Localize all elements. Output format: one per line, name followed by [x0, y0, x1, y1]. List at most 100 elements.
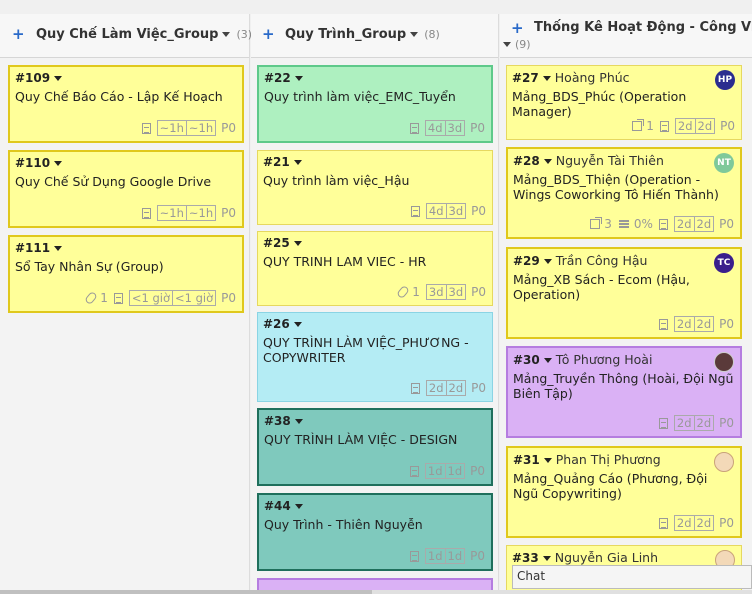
caret-down-icon[interactable] [503, 42, 511, 47]
caret-down-icon[interactable] [543, 358, 552, 363]
task-meta: 1 2d 2d P0 [632, 118, 735, 134]
task-card[interactable]: #29 Trần Công Hậu TC Mảng_XB Sách - Ecom … [506, 247, 742, 339]
caret-down-icon[interactable] [54, 161, 63, 166]
task-title[interactable]: Mảng_BDS_Thiện (Operation - Wings Cowork… [513, 172, 734, 202]
task-title[interactable]: Mảng_Quảng Cáo (Phương, Đội Ngũ Copywrit… [513, 471, 734, 501]
task-card[interactable]: #111 Sổ Tay Nhân Sự (Group) 1 <1 giờ <1 g… [8, 235, 244, 313]
task-card[interactable]: #44 Quy Trình - Thiên Nguyễn 1d 1d P0 [257, 493, 493, 571]
document-icon [409, 550, 419, 562]
task-number[interactable]: #44 [264, 499, 485, 513]
task-card[interactable]: #28 Nguyễn Tài Thiên NT Mảng_BDS_Thiện (O… [506, 147, 742, 239]
priority-label: P0 [221, 121, 236, 135]
task-title[interactable]: QUY TRÌNH LÀM VIỆC_PHƯƠNG - COPYWRITER [263, 335, 486, 365]
task-title[interactable]: Quy trình làm việc_EMC_Tuyển [264, 89, 485, 104]
task-meta: ~1h ~1h P0 [139, 120, 236, 136]
task-number[interactable]: #33 Nguyễn Gia Linh [512, 550, 735, 565]
task-meta: 2d 2d P0 [408, 380, 486, 396]
column-header: + Quy Chế Làm Việc_Group (3) [0, 14, 252, 58]
task-meta: 3 0% 2d 2d P0 [590, 216, 734, 232]
task-number[interactable]: #29 Trần Công Hậu [513, 253, 734, 268]
task-card[interactable]: #38 QUY TRÌNH LÀM VIỆC - DESIGN 1d 1d P0 [257, 408, 493, 486]
task-card[interactable]: #109 Quy Chế Báo Cáo - Lập Kế Hoạch ~1h ~… [8, 65, 244, 143]
document-icon [658, 517, 668, 529]
checklist-progress: 0% [633, 217, 653, 231]
task-meta: 4d 3d P0 [408, 203, 486, 219]
column-quy-trinh: + Quy Trình_Group (8) #22 Quy trình làm v… [251, 14, 499, 594]
avatar[interactable]: TC [714, 253, 734, 273]
priority-label: P0 [471, 285, 486, 299]
task-title[interactable]: QUY TRINH LAM VIEC - HR [263, 254, 486, 269]
subtask-icon [590, 217, 603, 229]
task-title[interactable]: Quy Chế Báo Cáo - Lập Kế Hoạch [15, 89, 236, 104]
column-title[interactable]: Quy Chế Làm Việc_Group (3) [36, 27, 252, 42]
task-number[interactable]: #110 [15, 156, 236, 170]
task-number[interactable]: #27 Hoàng Phúc [512, 70, 735, 85]
caret-down-icon[interactable] [293, 241, 302, 246]
add-card-icon[interactable]: + [511, 19, 524, 37]
column-title-overflow[interactable]: (9) [503, 37, 531, 51]
document-icon [658, 417, 668, 429]
add-card-icon[interactable]: + [12, 25, 25, 43]
task-number[interactable]: #30 Tô Phương Hoài [513, 352, 734, 367]
avatar[interactable] [714, 352, 734, 372]
column-title[interactable]: Quy Trình_Group (8) [285, 27, 440, 42]
priority-label: P0 [719, 516, 734, 530]
caret-down-icon[interactable] [54, 246, 63, 251]
chat-panel[interactable]: Chat [512, 565, 752, 589]
caret-down-icon[interactable] [543, 458, 552, 463]
task-card[interactable]: #26 QUY TRÌNH LÀM VIỆC_PHƯƠNG - COPYWRIT… [257, 312, 493, 402]
column-quy-che: + Quy Chế Làm Việc_Group (3) #109 Quy Chế… [0, 14, 252, 594]
task-title[interactable]: Sổ Tay Nhân Sự (Group) [15, 259, 236, 274]
task-number[interactable]: #111 [15, 241, 236, 255]
task-number[interactable]: #22 [264, 71, 485, 85]
avatar[interactable] [714, 452, 734, 472]
task-number[interactable]: #26 [263, 317, 486, 331]
caret-down-icon[interactable] [293, 160, 302, 165]
document-icon [141, 122, 151, 134]
task-card[interactable]: #25 QUY TRINH LAM VIEC - HR 1 3d 3d P0 [257, 231, 493, 306]
task-card[interactable]: #110 Quy Chế Sử Dụng Google Drive ~1h ~1h… [8, 150, 244, 228]
task-number[interactable]: #31 Phan Thị Phương [513, 452, 734, 467]
column-header: + Thống Kê Hoạt Động - Công Việc (9) [500, 14, 752, 58]
caret-down-icon[interactable] [542, 76, 551, 81]
task-meta: 1d 1d P0 [407, 548, 485, 564]
task-card[interactable]: #30 Tô Phương Hoài Mảng_Truyền Thông (Hoà… [506, 346, 742, 438]
caret-down-icon[interactable] [294, 504, 303, 509]
assignee-name: Tô Phương Hoài [555, 352, 653, 367]
horizontal-scrollbar[interactable] [0, 590, 752, 594]
task-title[interactable]: Quy Chế Sử Dụng Google Drive [15, 174, 236, 189]
task-title[interactable]: Mảng_XB Sách - Ecom (Hậu, Operation) [513, 272, 734, 302]
task-card[interactable]: #21 Quy trình làm việc_Hậu 4d 3d P0 [257, 150, 493, 225]
caret-down-icon[interactable] [294, 76, 303, 81]
scrollbar-thumb[interactable] [0, 590, 372, 594]
caret-down-icon[interactable] [543, 259, 552, 264]
add-card-icon[interactable]: + [262, 25, 275, 43]
column-thong-ke: + Thống Kê Hoạt Động - Công Việc (9) #27… [500, 14, 752, 594]
column-title[interactable]: Thống Kê Hoạt Động - Công Việc [534, 20, 752, 35]
caret-down-icon[interactable] [410, 32, 419, 37]
caret-down-icon[interactable] [543, 159, 552, 164]
caret-down-icon[interactable] [294, 419, 303, 424]
avatar[interactable]: HP [715, 70, 735, 90]
task-title[interactable]: Mảng_BDS_Phúc (Operation Manager) [512, 89, 735, 119]
task-card[interactable]: #27 Hoàng Phúc HP Mảng_BDS_Phúc (Operatio… [506, 65, 742, 140]
paperclip-icon [84, 290, 99, 306]
task-number[interactable]: #28 Nguyễn Tài Thiên [513, 153, 734, 168]
task-title[interactable]: Mảng_Truyền Thông (Hoài, Đội Ngũ Biên Tậ… [513, 371, 734, 401]
task-number[interactable]: #21 [263, 155, 486, 169]
task-card[interactable]: #22 Quy trình làm việc_EMC_Tuyển 4d 3d P0 [257, 65, 493, 143]
task-title[interactable]: QUY TRÌNH LÀM VIỆC - DESIGN [264, 432, 485, 447]
task-title[interactable]: Quy trình làm việc_Hậu [263, 173, 486, 188]
task-number[interactable]: #109 [15, 71, 236, 85]
task-number[interactable]: #38 [264, 414, 485, 428]
avatar[interactable]: NT [714, 153, 734, 173]
caret-down-icon[interactable] [222, 32, 231, 37]
task-number[interactable]: #25 [263, 236, 486, 250]
caret-down-icon[interactable] [293, 322, 302, 327]
caret-down-icon[interactable] [542, 556, 551, 561]
task-title[interactable]: Quy Trình - Thiên Nguyễn [264, 517, 485, 532]
attachment-count: 1 [100, 291, 108, 305]
task-card[interactable]: #31 Phan Thị Phương Mảng_Quảng Cáo (Phươn… [506, 446, 742, 538]
caret-down-icon[interactable] [54, 76, 63, 81]
column-header: + Quy Trình_Group (8) [251, 14, 498, 58]
